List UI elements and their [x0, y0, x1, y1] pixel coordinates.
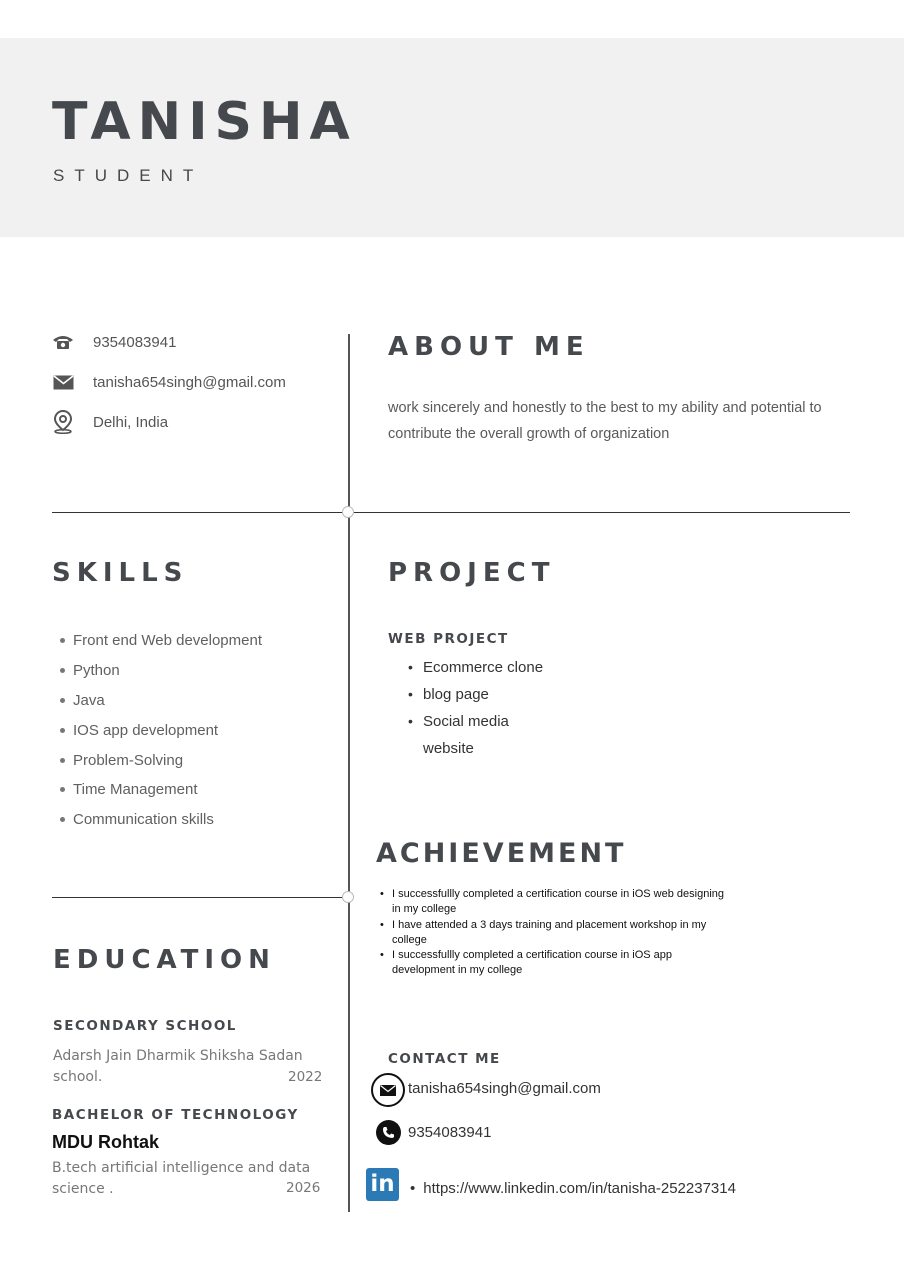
location-pin-icon — [52, 410, 74, 434]
phone-icon — [52, 331, 74, 353]
skill-item: Python — [60, 656, 262, 686]
divider-node-bottom — [342, 891, 354, 903]
project-subtitle: WEB PROJECT — [388, 631, 509, 647]
contact-location: Delhi, India — [93, 413, 169, 431]
secondary-school-year: 2022 — [288, 1069, 323, 1085]
divider-node-top — [342, 506, 354, 518]
skill-item: Problem-Solving — [60, 745, 262, 775]
linkedin-row: • https://www.linkedin.com/in/tanisha-252… — [410, 1180, 736, 1197]
skills-title: SKILLS — [52, 558, 189, 588]
skills-list: Front end Web development Python Java IO… — [60, 626, 262, 835]
project-item: • Ecommerce clone — [408, 659, 544, 676]
skill-item: Communication skills — [60, 805, 262, 835]
contact-phone-row: 9354083941 — [52, 331, 176, 353]
contact-me-phone[interactable]: 9354083941 — [408, 1124, 491, 1141]
bachelor-institute: MDU Rohtak — [52, 1132, 159, 1152]
project-list: • Ecommerce clone • blog page • Social medi… — [408, 654, 548, 762]
contact-me-email[interactable]: tanisha654singh@gmail.com — [408, 1080, 601, 1097]
achievement-title: ACHIEVEMENT — [376, 838, 627, 869]
linkedin-url[interactable]: https://www.linkedin.com/in/tanisha-2522… — [423, 1180, 736, 1197]
resume-role: STUDENT — [53, 166, 204, 185]
skill-item: Time Management — [60, 775, 262, 805]
phone-icon — [376, 1120, 401, 1145]
skill-item: IOS app development — [60, 715, 262, 745]
contact-location-row: Delhi, India — [52, 410, 169, 434]
skill-item: Java — [60, 686, 262, 716]
project-title: PROJECT — [388, 558, 556, 588]
bachelor-course: B.tech artificial intelligence and data … — [52, 1160, 311, 1197]
project-item: • Social media website — [408, 713, 509, 757]
about-text: work sincerely and honestly to the best … — [388, 400, 822, 442]
horizontal-divider-top — [52, 512, 850, 513]
contact-email[interactable]: tanisha654singh@gmail.com — [93, 374, 286, 391]
bachelor-heading: BACHELOR OF TECHNOLOGY — [52, 1107, 299, 1123]
education-title: EDUCATION — [53, 945, 276, 975]
resume-name: TANISHA — [52, 92, 357, 152]
skill-item: Front end Web development — [60, 626, 262, 656]
achievement-item: • I successfullly completed a certificati… — [380, 949, 673, 977]
secondary-school-heading: SECONDARY SCHOOL — [53, 1018, 237, 1034]
mail-icon — [371, 1073, 405, 1107]
bachelor-year: 2026 — [286, 1180, 321, 1196]
linkedin-icon[interactable]: in — [366, 1168, 399, 1201]
achievement-item: • I successfullly completed a certificati… — [380, 888, 724, 916]
horizontal-divider-bottom — [52, 897, 348, 898]
secondary-school-name: Adarsh Jain Dharmik Shiksha Sadan school… — [53, 1048, 303, 1085]
achievement-list: • I successfullly completed a certificati… — [380, 887, 730, 979]
achievement-item: • I have attended a 3 days training and p… — [380, 918, 707, 946]
about-title: ABOUT ME — [388, 332, 590, 362]
contact-email-row: tanisha654singh@gmail.com — [52, 371, 286, 393]
contact-me-title: CONTACT ME — [388, 1051, 501, 1067]
contact-phone[interactable]: 9354083941 — [93, 334, 176, 351]
project-item: • blog page — [408, 686, 489, 703]
vertical-divider — [348, 334, 350, 1212]
mail-icon — [52, 371, 74, 393]
